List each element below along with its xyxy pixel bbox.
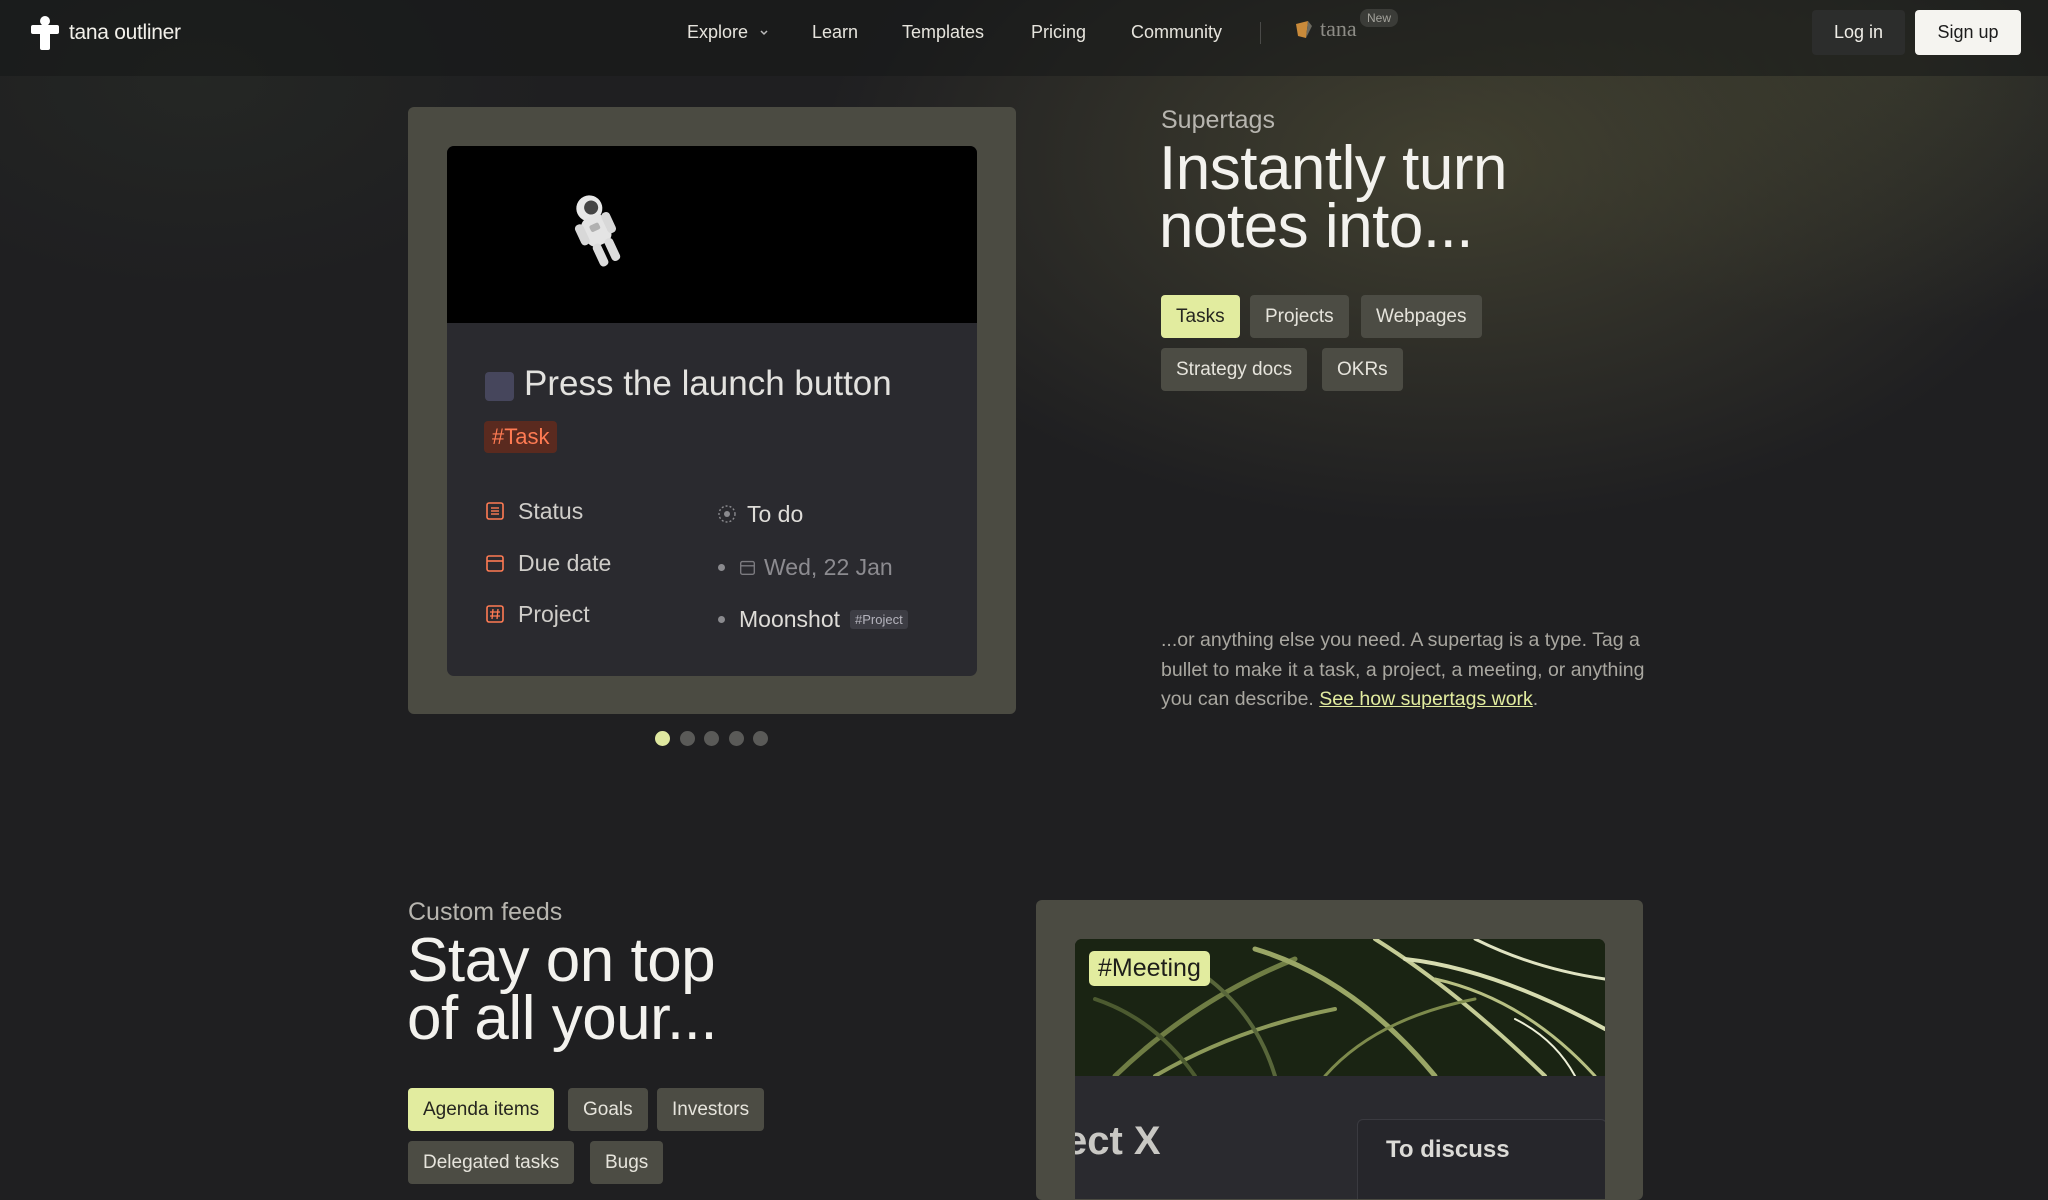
chip-goals[interactable]: Goals	[568, 1088, 648, 1131]
tana-mark-icon	[1296, 21, 1312, 38]
nav-pricing[interactable]: Pricing	[1031, 22, 1086, 43]
login-button[interactable]: Log in	[1812, 10, 1905, 55]
supertags-headline-line2: notes into...	[1159, 192, 1474, 261]
supertags-description: ...or anything else you need. A supertag…	[1161, 626, 1681, 715]
task-checkbox[interactable]	[485, 372, 514, 401]
feeds-headline: Stay on top of all your...	[407, 926, 718, 1053]
chip-delegated-tasks[interactable]: Delegated tasks	[408, 1141, 575, 1184]
meeting-supertag: #Meeting	[1089, 951, 1210, 986]
astronaut-icon	[574, 195, 621, 267]
chip-webpages[interactable]: Webpages	[1361, 295, 1482, 338]
chip-bugs[interactable]: Bugs	[590, 1141, 664, 1184]
new-badge: New	[1360, 9, 1399, 27]
field-status: Status	[485, 496, 583, 526]
carousel-dot-1[interactable]	[655, 731, 670, 746]
list-icon	[486, 502, 504, 520]
field-label: Status	[518, 497, 584, 524]
project-title-partial: ect X	[1075, 1119, 1161, 1163]
carousel-dot-4[interactable]	[728, 731, 744, 746]
to-discuss-title: To discuss	[1386, 1136, 1510, 1163]
feeds-headline-line1: Stay on top	[407, 926, 716, 995]
calendar-small-icon	[740, 560, 755, 575]
hash-icon	[486, 605, 504, 623]
project-value[interactable]: Moonshot #Project	[712, 604, 908, 634]
feeds-eyebrow: Custom feeds	[408, 898, 563, 926]
field-label: Due date	[518, 549, 612, 576]
field-due-date: Due date	[485, 548, 611, 578]
chevron-down-icon	[760, 30, 768, 36]
logo[interactable]: tana outliner	[31, 15, 181, 51]
field-label: Project	[518, 600, 590, 627]
status-value[interactable]: To do	[717, 499, 803, 529]
task-supertag: #Task	[484, 421, 558, 453]
field-project: Project	[485, 599, 590, 629]
tana-wordmark: tana	[1320, 16, 1357, 41]
to-discuss-panel: To discuss	[1357, 1119, 1605, 1199]
top-nav: tana outliner Explore Learn Templates Pr…	[0, 0, 2048, 76]
bullet	[718, 615, 725, 623]
supertags-link[interactable]: See how supertags work	[1319, 688, 1533, 710]
tana-logo-icon	[31, 16, 59, 50]
supertags-headline: Instantly turn notes into...	[1159, 134, 1507, 261]
nav-explore-label: Explore	[687, 22, 749, 42]
supertags-headline-line1: Instantly turn	[1159, 134, 1507, 203]
bullet	[718, 563, 725, 571]
logo-text: tana outliner	[69, 21, 181, 44]
chip-agenda-items[interactable]: Agenda items	[408, 1088, 555, 1131]
carousel-dot-2[interactable]	[679, 731, 695, 746]
chip-projects[interactable]: Projects	[1250, 295, 1349, 338]
chip-tasks[interactable]: Tasks	[1161, 295, 1240, 338]
meeting-card: #Meeting ect X To discuss	[1075, 939, 1605, 1199]
nav-community[interactable]: Community	[1131, 22, 1222, 43]
chip-strategy-docs[interactable]: Strategy docs	[1161, 348, 1308, 391]
nav-divider	[1260, 22, 1261, 44]
description-suffix: .	[1532, 688, 1539, 710]
signup-button[interactable]: Sign up	[1915, 10, 2021, 55]
project-chip: #Project	[850, 609, 908, 629]
feeds-headline-line2: of all your...	[407, 984, 718, 1053]
calendar-icon	[486, 555, 504, 572]
status-value-text: To do	[747, 500, 804, 527]
chip-investors[interactable]: Investors	[657, 1088, 765, 1131]
palm-banner: #Meeting	[1075, 939, 1605, 1076]
task-title: Press the launch button	[524, 364, 892, 403]
supertags-eyebrow: Supertags	[1161, 106, 1275, 134]
carousel-dot-3[interactable]	[704, 731, 719, 746]
background-glow	[0, 0, 2048, 900]
project-value-text: Moonshot	[739, 605, 841, 632]
due-date-value[interactable]: Wed, 22 Jan	[712, 552, 893, 582]
due-date-text: Wed, 22 Jan	[764, 553, 893, 580]
task-banner	[447, 146, 977, 323]
status-todo-icon	[718, 505, 736, 523]
nav-templates[interactable]: Templates	[902, 22, 984, 43]
nav-explore[interactable]: Explore	[687, 22, 769, 43]
nav-learn[interactable]: Learn	[812, 22, 858, 43]
carousel-dots	[655, 731, 778, 747]
carousel-dot-5[interactable]	[753, 731, 768, 746]
task-card: Press the launch button #Task Status Due…	[447, 146, 977, 676]
chip-okrs[interactable]: OKRs	[1322, 348, 1403, 391]
